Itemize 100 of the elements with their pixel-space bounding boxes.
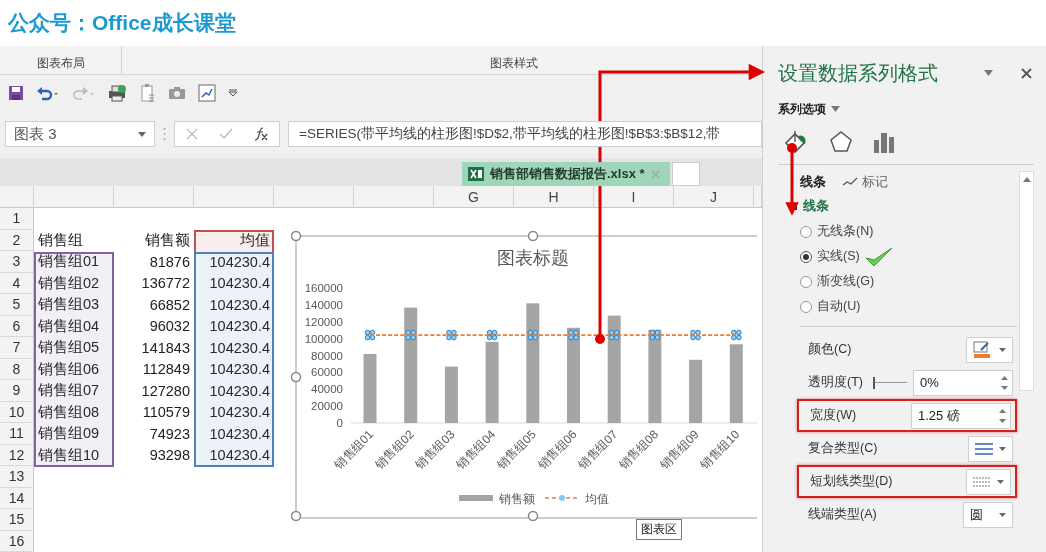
spin-arrows-icon[interactable] — [1001, 374, 1008, 391]
table-cell: 销售组01 — [38, 252, 100, 272]
camera-icon[interactable] — [168, 85, 186, 100]
row-header[interactable]: 14 — [0, 487, 34, 509]
caret-icon — [997, 479, 1004, 484]
spin-field[interactable]: 0% — [913, 369, 1013, 396]
axis-tick-label: 140000 — [304, 298, 343, 311]
resize-handle[interactable] — [291, 510, 302, 521]
formula-field[interactable]: =SERIES(带平均线的柱形图!$D$2,带平均线的柱形图!$B$3:$B$12,带 — [288, 121, 762, 147]
table-cell: 销售组 — [38, 230, 83, 250]
column-header[interactable]: H — [514, 186, 594, 208]
column-header[interactable]: G — [434, 186, 514, 208]
bar[interactable] — [567, 327, 580, 423]
table-cell: 销售组10 — [38, 445, 100, 465]
row-header[interactable]: 8 — [0, 358, 34, 380]
row-header[interactable]: 4 — [0, 272, 34, 294]
workbook-tab[interactable]: 销售部销售数据报告.xlsx * — [462, 162, 670, 186]
axis-tick-label: 0 — [336, 417, 343, 429]
category-label: 销售组10 — [697, 427, 743, 472]
account-title: 公众号：Office成长课堂 — [8, 10, 236, 36]
point-marker[interactable] — [486, 329, 498, 341]
table-cell: 104230.4 — [209, 275, 270, 292]
customize-caret-icon[interactable] — [228, 87, 238, 98]
row-header[interactable]: 3 — [0, 251, 34, 273]
radio-option[interactable]: 自动(U) — [800, 298, 861, 315]
table-cell: 127280 — [141, 382, 190, 399]
undo-icon[interactable] — [36, 84, 60, 101]
pen-icon — [973, 340, 993, 359]
dash-type-button[interactable] — [966, 468, 1011, 495]
radio-option[interactable]: 渐变线(G) — [800, 273, 875, 290]
bar-chart-icon[interactable] — [873, 131, 895, 153]
save-icon[interactable] — [8, 84, 24, 101]
row-header[interactable]: 12 — [0, 444, 34, 466]
spin-arrows-icon[interactable] — [999, 407, 1006, 424]
column-header[interactable]: J — [674, 186, 754, 208]
row-header[interactable]: 10 — [0, 401, 34, 423]
column-header[interactable]: I — [594, 186, 674, 208]
table-cell: 141843 — [141, 339, 190, 356]
point-marker[interactable] — [446, 329, 457, 341]
point-marker[interactable] — [731, 329, 742, 341]
row-header[interactable]: 16 — [0, 530, 34, 552]
resize-handle[interactable] — [527, 231, 539, 242]
pane-tab[interactable]: 标记 — [842, 173, 888, 191]
caret-icon — [138, 131, 146, 137]
clipboard-icon[interactable] — [140, 82, 156, 103]
row-header[interactable]: 9 — [0, 380, 34, 402]
redo-icon[interactable] — [72, 84, 96, 101]
table-cell: 96032 — [149, 318, 190, 335]
pentagon-icon[interactable] — [829, 130, 853, 154]
scrollbar[interactable] — [1019, 171, 1034, 391]
table-cell: 66852 — [149, 296, 190, 313]
compound-type-button[interactable] — [968, 435, 1013, 462]
axis-tick-label: 160000 — [304, 282, 343, 294]
point-marker[interactable] — [568, 329, 579, 341]
tooltip: 图表区 — [636, 519, 682, 540]
row-header[interactable]: 15 — [0, 509, 34, 531]
category-label: 销售组08 — [616, 427, 661, 472]
color-picker-button[interactable] — [966, 336, 1013, 363]
grip-icon — [163, 127, 166, 141]
row-header[interactable]: 1 — [0, 208, 34, 230]
cancel-icon[interactable] — [185, 128, 198, 140]
table-cell: 销售额 — [145, 230, 190, 250]
row-header[interactable]: 5 — [0, 294, 34, 316]
name-box[interactable]: 图表 3 — [5, 121, 155, 147]
table-cell: 销售组09 — [38, 424, 100, 444]
row-header[interactable]: 13 — [0, 466, 34, 488]
resize-handle[interactable] — [291, 231, 302, 242]
row-header[interactable]: 6 — [0, 315, 34, 337]
row-header[interactable]: 2 — [0, 229, 34, 251]
radio-option[interactable]: 实线(S) — [800, 248, 860, 265]
point-marker[interactable] — [364, 329, 376, 341]
function-icon[interactable] — [254, 127, 269, 141]
cap-type-dropdown[interactable]: 圆 — [963, 501, 1013, 528]
table-cell: 81876 — [149, 253, 190, 270]
series-options-dropdown[interactable]: 系列选项 — [778, 98, 840, 120]
row-header[interactable]: 7 — [0, 337, 34, 359]
print-preview-icon[interactable] — [108, 83, 128, 102]
point-marker[interactable] — [405, 329, 416, 341]
point-marker[interactable] — [608, 329, 620, 341]
bar[interactable] — [526, 303, 540, 423]
average-line[interactable] — [369, 334, 738, 336]
table-cell: 销售组06 — [38, 359, 100, 379]
point-marker[interactable] — [690, 329, 701, 341]
point-marker[interactable] — [649, 329, 661, 341]
scroll-up-icon[interactable] — [1022, 177, 1031, 182]
caret-icon[interactable] — [984, 70, 993, 76]
close-icon[interactable] — [1021, 67, 1032, 79]
row-header[interactable]: 11 — [0, 423, 34, 445]
legend-label: 均值 — [585, 492, 609, 506]
radio-option[interactable]: 无线条(N) — [800, 223, 874, 240]
check-icon[interactable] — [219, 128, 233, 140]
table-cell: 104230.4 — [209, 404, 270, 421]
pane-tab[interactable]: 线条 — [800, 173, 826, 191]
bar[interactable] — [689, 359, 703, 423]
resize-handle[interactable] — [291, 371, 302, 383]
chart-refresh-icon[interactable] — [198, 83, 216, 102]
spin-field[interactable]: 1.25 磅 — [911, 402, 1011, 429]
bar[interactable] — [404, 307, 418, 423]
point-marker[interactable] — [527, 329, 539, 341]
resize-handle[interactable] — [527, 510, 539, 521]
